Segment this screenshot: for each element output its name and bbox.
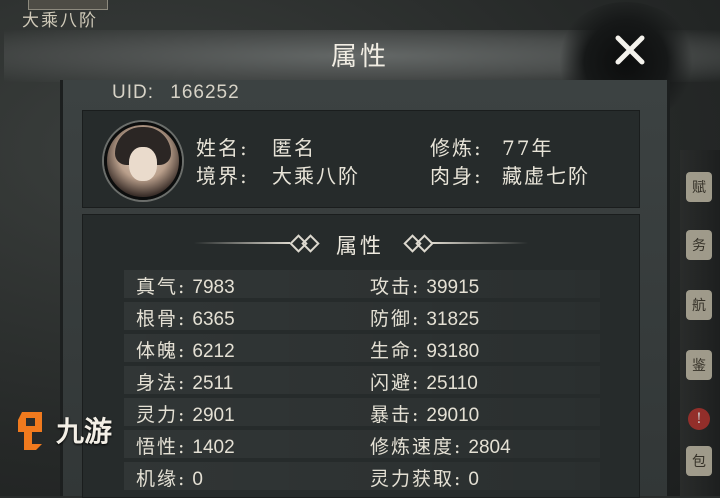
stat-comprehension: 悟性: 1402 <box>136 436 235 458</box>
stat-spirit-gain: 灵力获取: 0 <box>370 468 479 490</box>
body-label: 肉身: <box>430 164 483 188</box>
stat-attack: 攻击: 39915 <box>370 276 480 298</box>
uid-value: 166252 <box>170 82 240 103</box>
name-label: 姓名: <box>196 136 249 160</box>
stat-spirit-power: 灵力: 2901 <box>136 404 235 426</box>
nine-game-logo-icon <box>18 412 42 450</box>
close-icon <box>615 35 645 65</box>
body-value: 藏虚七阶 <box>502 164 590 188</box>
uid-label: UID: <box>112 82 154 103</box>
stat-physique: 体魄: 6212 <box>136 340 235 362</box>
stat-health: 生命: 93180 <box>370 340 480 362</box>
cultivation-label: 修炼: <box>430 136 483 160</box>
header-divider-right <box>432 242 528 244</box>
realm-value: 大乘八阶 <box>272 164 360 188</box>
stat-agility: 身法: 2511 <box>136 372 234 394</box>
side-menu-item[interactable]: 包 <box>686 446 712 476</box>
stat-true-qi: 真气: 7983 <box>136 276 235 298</box>
side-menu-item[interactable]: 航 <box>686 290 712 320</box>
cultivation-value: 77年 <box>502 136 554 160</box>
stat-defense: 防御: 31825 <box>370 308 480 330</box>
stat-fortune: 机缘: 0 <box>136 468 203 490</box>
side-menu-item[interactable]: 赋 <box>686 172 712 202</box>
stat-bone: 根骨: 6365 <box>136 308 235 330</box>
name-value: 匿名 <box>272 136 316 160</box>
stat-dodge: 闪避: 25110 <box>370 372 478 394</box>
avatar-face <box>129 147 157 181</box>
realm-label: 境界: <box>196 164 249 188</box>
watermark-text: 九游 <box>56 415 113 448</box>
avatar[interactable] <box>104 122 182 200</box>
stat-cultivation-speed: 修炼速度: 2804 <box>370 436 511 458</box>
side-menu-item[interactable]: 鉴 <box>686 350 712 380</box>
alert-badge[interactable]: ! <box>688 408 710 430</box>
side-menu: 赋 务 航 鉴 ! 包 <box>680 150 720 496</box>
stats-header: 属性 <box>336 234 384 258</box>
uid-row: UID: 166252 <box>112 82 250 104</box>
watermark-logo: 九游 <box>14 408 112 452</box>
stat-crit: 暴击: 29010 <box>370 404 480 426</box>
close-button[interactable] <box>610 30 650 70</box>
background-realm-text: 大乘八阶 <box>22 11 98 31</box>
